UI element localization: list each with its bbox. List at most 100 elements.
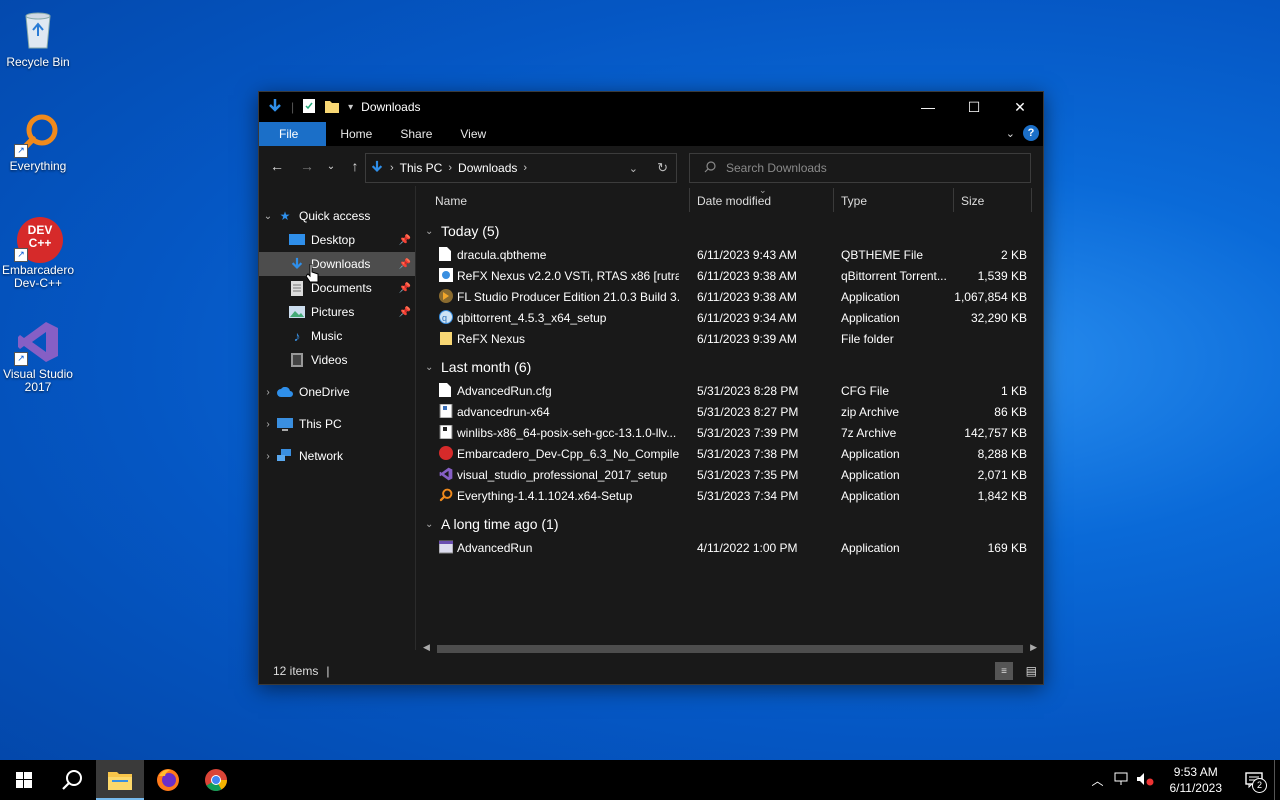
- nav-network[interactable]: › Network: [259, 444, 415, 468]
- pin-icon[interactable]: 📌: [399, 283, 411, 294]
- maximize-button[interactable]: ☐: [951, 92, 997, 122]
- nav-onedrive[interactable]: › OneDrive: [259, 380, 415, 404]
- desktop-icon-label: Recycle Bin: [6, 55, 70, 69]
- table-row[interactable]: FL Studio Producer Edition 21.0.3 Build …: [419, 286, 1041, 307]
- collapse-chevron-icon[interactable]: ⌄: [425, 519, 441, 530]
- taskbar-clock[interactable]: 9:53 AM 6/11/2023: [1170, 764, 1223, 796]
- scroll-right-icon[interactable]: ▶: [1030, 642, 1037, 653]
- nav-quick-access[interactable]: ⌄ ★ Quick access: [259, 204, 415, 228]
- back-button[interactable]: ←: [265, 154, 289, 178]
- network-status-icon[interactable]: [1114, 772, 1130, 789]
- table-row[interactable]: Embarcadero_Dev-Cpp_6.3_No_Compiler... 5…: [419, 443, 1041, 464]
- table-row[interactable]: dracula.qbtheme 6/11/2023 9:43 AM QBTHEM…: [419, 244, 1041, 265]
- table-row[interactable]: q qbittorrent_4.5.3_x64_setup 6/11/2023 …: [419, 307, 1041, 328]
- table-row[interactable]: AdvancedRun 4/11/2022 1:00 PM Applicatio…: [419, 537, 1041, 558]
- nav-this-pc[interactable]: › This PC: [259, 412, 415, 436]
- large-icons-view-icon[interactable]: ▤: [1026, 664, 1037, 678]
- search-box[interactable]: Search Downloads: [689, 153, 1031, 183]
- folder-icon: [439, 331, 453, 345]
- desktop-icon-visual-studio[interactable]: ↗ Visual Studio 2017: [0, 320, 76, 394]
- explorer-window[interactable]: | ▾ Downloads — ☐ ✕ File Home Share View…: [258, 91, 1044, 685]
- breadcrumb-separator[interactable]: ›: [390, 162, 394, 174]
- column-name[interactable]: Name: [435, 194, 467, 208]
- recent-locations-chevron-icon[interactable]: ⌄: [325, 154, 337, 178]
- show-desktop-button[interactable]: [1274, 760, 1280, 800]
- taskbar-chrome[interactable]: [192, 760, 240, 800]
- pin-icon[interactable]: 📌: [399, 259, 411, 270]
- table-row[interactable]: winlibs-x86_64-posix-seh-gcc-13.1.0-llv.…: [419, 422, 1041, 443]
- customize-chevron-icon[interactable]: ▾: [348, 102, 353, 113]
- table-row[interactable]: AdvancedRun.cfg 5/31/2023 8:28 PM CFG Fi…: [419, 380, 1041, 401]
- breadcrumb-separator[interactable]: ›: [448, 162, 452, 174]
- show-hidden-icons-chevron-icon[interactable]: ︿: [1091, 772, 1103, 789]
- taskbar-firefox[interactable]: [144, 760, 192, 800]
- file-date: 5/31/2023 8:28 PM: [697, 384, 799, 398]
- table-row[interactable]: ReFX Nexus v2.2.0 VSTi, RTAS x86 [rutrac…: [419, 265, 1041, 286]
- column-type[interactable]: Type: [841, 194, 867, 208]
- start-button[interactable]: [0, 760, 48, 800]
- group-header-today[interactable]: ⌄ Today (5): [419, 218, 1041, 244]
- tab-view[interactable]: View: [446, 122, 500, 146]
- collapse-chevron-icon[interactable]: ⌄: [425, 226, 441, 237]
- collapse-chevron-icon[interactable]: ⌄: [259, 211, 277, 222]
- column-headers: Name Date modified ⌄ Type Size: [419, 185, 1041, 214]
- group-header-long-ago[interactable]: ⌄ A long time ago (1): [419, 511, 1041, 537]
- file-size: 1,539 KB: [977, 269, 1027, 283]
- help-icon[interactable]: ?: [1023, 125, 1039, 141]
- taskbar-file-explorer[interactable]: [96, 760, 144, 800]
- notifications-button[interactable]: 2: [1234, 772, 1274, 793]
- desktop-icon-devcpp[interactable]: DEV C++ ↗ Embarcadero Dev-C++: [0, 216, 76, 290]
- column-divider[interactable]: [689, 188, 690, 212]
- visual-studio-icon: ↗: [14, 320, 60, 366]
- volume-muted-icon[interactable]: [1136, 772, 1154, 789]
- expand-chevron-icon[interactable]: ›: [259, 451, 277, 462]
- column-divider[interactable]: [953, 188, 954, 212]
- expand-chevron-icon[interactable]: ›: [259, 387, 277, 398]
- table-row[interactable]: visual_studio_professional_2017_setup 5/…: [419, 464, 1041, 485]
- breadcrumb-separator[interactable]: ›: [523, 162, 527, 174]
- expand-chevron-icon[interactable]: ›: [259, 419, 277, 430]
- up-button[interactable]: ↑: [343, 154, 367, 178]
- nav-documents[interactable]: Documents 📌: [259, 276, 415, 300]
- horizontal-scrollbar[interactable]: ◀ ▶: [419, 642, 1041, 656]
- nav-downloads[interactable]: Downloads 📌: [259, 252, 415, 276]
- search-button[interactable]: [48, 760, 96, 800]
- collapse-chevron-icon[interactable]: ⌄: [425, 362, 441, 373]
- pin-icon[interactable]: 📌: [399, 235, 411, 246]
- table-row[interactable]: Everything-1.4.1.1024.x64-Setup 5/31/202…: [419, 485, 1041, 506]
- tab-home[interactable]: Home: [326, 122, 386, 146]
- group-label: Today (5): [441, 223, 500, 239]
- column-divider[interactable]: [833, 188, 834, 212]
- nav-music[interactable]: ♪ Music: [259, 324, 415, 348]
- details-view-icon[interactable]: ≡: [995, 662, 1013, 680]
- column-size[interactable]: Size: [961, 194, 984, 208]
- scrollbar-thumb[interactable]: [437, 645, 1023, 653]
- breadcrumb-downloads[interactable]: Downloads: [458, 161, 517, 175]
- properties-icon[interactable]: [302, 98, 316, 117]
- expand-ribbon-chevron-icon[interactable]: ⌄: [1006, 127, 1015, 140]
- tab-share[interactable]: Share: [386, 122, 446, 146]
- table-row[interactable]: ReFX Nexus 6/11/2023 9:39 AM File folder: [419, 328, 1041, 349]
- column-date-modified[interactable]: Date modified: [697, 194, 771, 208]
- desktop-icon-recycle-bin[interactable]: Recycle Bin: [0, 8, 76, 69]
- nav-videos[interactable]: Videos: [259, 348, 415, 372]
- column-divider[interactable]: [1031, 188, 1032, 212]
- nav-pictures[interactable]: Pictures 📌: [259, 300, 415, 324]
- tab-file[interactable]: File: [259, 122, 327, 146]
- refresh-icon[interactable]: ↻: [657, 160, 668, 176]
- shortcut-arrow-icon: ↗: [14, 352, 28, 366]
- title-bar[interactable]: | ▾ Downloads — ☐ ✕: [259, 92, 1043, 122]
- breadcrumb-this-pc[interactable]: This PC: [400, 161, 443, 175]
- nav-desktop[interactable]: Desktop 📌: [259, 228, 415, 252]
- address-dropdown-chevron-icon[interactable]: ⌄: [629, 162, 638, 175]
- desktop-icon-everything[interactable]: ↗ Everything: [0, 112, 76, 173]
- minimize-button[interactable]: —: [905, 92, 951, 122]
- close-button[interactable]: ✕: [997, 92, 1043, 122]
- scroll-left-icon[interactable]: ◀: [423, 642, 430, 653]
- table-row[interactable]: advancedrun-x64 5/31/2023 8:27 PM zip Ar…: [419, 401, 1041, 422]
- new-folder-icon[interactable]: [324, 98, 340, 117]
- forward-button[interactable]: →: [295, 154, 319, 178]
- group-header-last-month[interactable]: ⌄ Last month (6): [419, 354, 1041, 380]
- pin-icon[interactable]: 📌: [399, 307, 411, 318]
- address-bar[interactable]: › This PC › Downloads › ⌄ ↻: [365, 153, 677, 183]
